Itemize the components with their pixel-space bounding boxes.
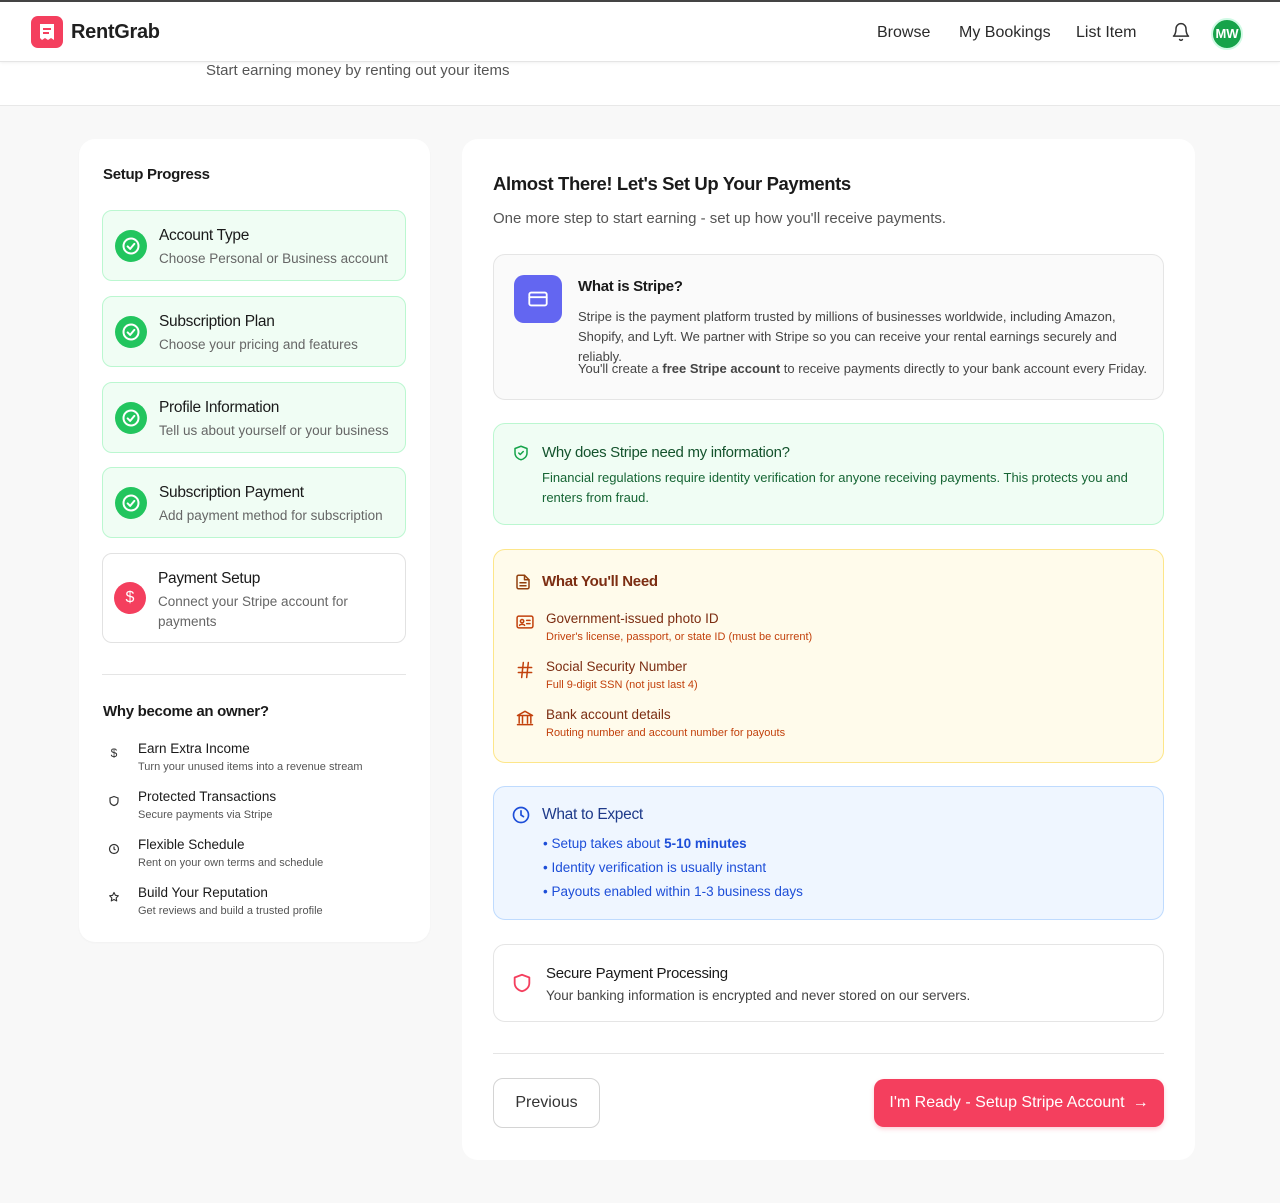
nav-browse[interactable]: Browse <box>877 24 930 42</box>
user-avatar[interactable]: MW <box>1211 18 1243 50</box>
hash-icon <box>514 660 536 680</box>
sidebar-divider <box>102 674 406 675</box>
step-subscription-payment[interactable]: Subscription Payment Add payment method … <box>102 467 406 538</box>
nav-my-bookings[interactable]: My Bookings <box>959 24 1051 42</box>
expect-title: What to Expect <box>542 806 643 823</box>
setup-sidebar: Setup Progress Account Type Choose Perso… <box>79 139 430 942</box>
note-prefix: You'll create a <box>578 361 663 376</box>
check-circle-icon <box>115 487 147 519</box>
stripe-card-title: What is Stripe? <box>578 278 683 295</box>
shield-check-icon <box>512 444 530 462</box>
check-circle-icon <box>115 402 147 434</box>
arrow-right-icon: → <box>1132 1094 1149 1111</box>
page-subheader: Start earning money by renting out your … <box>0 62 1280 106</box>
step-account-type[interactable]: Account Type Choose Personal or Business… <box>102 210 406 281</box>
step-title: Account Type <box>159 227 250 244</box>
shield-icon <box>511 972 533 994</box>
why-stripe-info-card: Why does Stripe need my information? Fin… <box>493 423 1164 525</box>
step-payment-setup[interactable]: $ Payment Setup Connect your Stripe acco… <box>102 553 406 643</box>
secure-body: Your banking information is encrypted an… <box>546 988 971 1003</box>
step-title: Payment Setup <box>158 570 261 587</box>
benefit-title: Flexible Schedule <box>138 837 245 852</box>
secure-processing-card: Secure Payment Processing Your banking i… <box>493 944 1164 1022</box>
id-card-icon <box>514 612 536 632</box>
step-desc: Choose your pricing and features <box>159 337 358 352</box>
what-is-stripe-card: What is Stripe? Stripe is the payment pl… <box>493 254 1164 400</box>
step-desc: Tell us about yourself or your business <box>159 423 389 438</box>
dollar-icon: $ <box>114 582 146 614</box>
why-info-title: Why does Stripe need my information? <box>542 444 790 461</box>
why-info-body: Financial regulations require identity v… <box>542 470 1128 505</box>
check-circle-icon <box>115 316 147 348</box>
nav-list-item[interactable]: List Item <box>1076 24 1136 42</box>
clock-icon <box>108 842 120 856</box>
need-title: Government-issued photo ID <box>546 611 719 626</box>
step-subscription-plan[interactable]: Subscription Plan Choose your pricing an… <box>102 296 406 367</box>
step-title: Subscription Plan <box>159 313 275 330</box>
expect-line1-bold: 5-10 minutes <box>664 836 747 851</box>
page-title: Almost There! Let's Set Up Your Payments <box>493 173 851 194</box>
expect-line1-prefix: • Setup takes about <box>543 836 665 851</box>
previous-button[interactable]: Previous <box>493 1078 600 1128</box>
benefit-title: Protected Transactions <box>138 789 277 804</box>
shield-icon <box>108 794 120 808</box>
benefit-earn-income: $ Earn Extra Income Turn your unused ite… <box>103 741 403 781</box>
setup-progress-title: Setup Progress <box>103 166 210 183</box>
why-owner-title: Why become an owner? <box>103 703 269 720</box>
benefit-desc: Rent on your own terms and schedule <box>138 857 324 869</box>
benefit-protected-transactions: Protected Transactions Secure payments v… <box>103 789 403 829</box>
setup-stripe-label: I'm Ready - Setup Stripe Account <box>889 1094 1125 1111</box>
note-suffix: to receive payments directly to your ban… <box>780 361 1147 376</box>
need-desc: Routing number and account number for pa… <box>546 727 786 739</box>
stripe-card-body: Stripe is the payment platform trusted b… <box>578 309 1117 364</box>
check-circle-icon <box>115 230 147 262</box>
credit-card-icon <box>514 275 562 323</box>
benefit-desc: Turn your unused items into a revenue st… <box>138 761 363 773</box>
document-icon <box>514 572 532 592</box>
what-to-expect-card: What to Expect • Setup takes about 5-10 … <box>493 786 1164 920</box>
benefit-build-reputation: Build Your Reputation Get reviews and bu… <box>103 885 403 925</box>
bell-icon[interactable] <box>1171 22 1191 42</box>
what-you-need-card: What You'll Need Government-issued photo… <box>493 549 1164 763</box>
page-description: One more step to start earning - set up … <box>493 210 947 227</box>
note-bold: free Stripe account <box>662 361 781 376</box>
expect-line-setup-time: • Setup takes about 5-10 minutes <box>543 836 747 851</box>
expect-line-payouts: • Payouts enabled within 1-3 business da… <box>543 884 803 899</box>
benefit-flexible-schedule: Flexible Schedule Rent on your own terms… <box>103 837 403 877</box>
step-desc: Connect your Stripe account for payments <box>158 594 348 629</box>
rentgrab-logo-icon[interactable] <box>31 16 63 48</box>
need-desc: Full 9-digit SSN (not just last 4) <box>546 679 698 691</box>
star-icon <box>108 890 120 904</box>
payment-setup-panel: Almost There! Let's Set Up Your Payments… <box>462 139 1195 1160</box>
benefit-desc: Secure payments via Stripe <box>138 809 273 821</box>
step-desc: Choose Personal or Business account <box>159 251 388 266</box>
dollar-icon: $ <box>110 746 118 760</box>
benefit-desc: Get reviews and build a trusted profile <box>138 905 323 917</box>
setup-stripe-button[interactable]: I'm Ready - Setup Stripe Account → <box>874 1079 1164 1127</box>
footer-divider <box>493 1053 1164 1054</box>
step-title: Subscription Payment <box>159 484 304 501</box>
top-navbar: RentGrab Browse My Bookings List Item MW <box>0 0 1280 62</box>
page-subtitle: Start earning money by renting out your … <box>206 62 510 79</box>
brand-name[interactable]: RentGrab <box>71 21 160 44</box>
benefit-title: Earn Extra Income <box>138 741 250 756</box>
step-title: Profile Information <box>159 399 280 416</box>
secure-title: Secure Payment Processing <box>546 965 728 982</box>
bank-icon <box>514 708 536 728</box>
clock-icon <box>511 805 531 825</box>
step-profile-information[interactable]: Profile Information Tell us about yourse… <box>102 382 406 453</box>
need-title: Social Security Number <box>546 659 688 674</box>
expect-line-verification: • Identity verification is usually insta… <box>543 860 767 875</box>
need-title: Bank account details <box>546 707 671 722</box>
needs-title: What You'll Need <box>542 573 658 590</box>
need-desc: Driver's license, passport, or state ID … <box>546 631 813 643</box>
stripe-card-note: You'll create a free Stripe account to r… <box>578 359 1153 379</box>
benefit-title: Build Your Reputation <box>138 885 268 900</box>
step-desc: Add payment method for subscription <box>159 508 383 523</box>
